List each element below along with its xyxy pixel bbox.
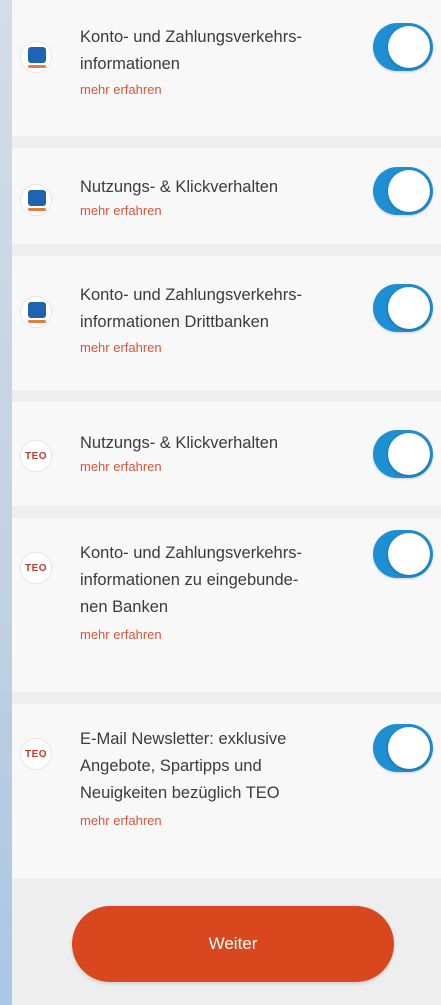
consent-toggle[interactable] <box>373 530 433 578</box>
bank-logo-icon <box>20 41 52 73</box>
consent-title: Konto- und Zahlungsverkehrs- information… <box>80 286 302 331</box>
consent-title: Nutzungs- & Klickverhalten <box>80 434 279 452</box>
consent-text: Nutzungs- & Klickverhalten mehr erfahren <box>80 430 370 477</box>
consent-item: Konto- und Zahlungsverkehrs- information… <box>12 0 441 136</box>
consent-item: Nutzungs- & Klickverhalten mehr erfahren <box>12 148 441 244</box>
mehr-erfahren-link[interactable]: mehr erfahren <box>80 625 370 645</box>
consent-toggle[interactable] <box>373 167 433 215</box>
toggle-knob <box>388 727 430 769</box>
consent-text: E-Mail Newsletter: exklusive Angebote, S… <box>80 726 370 831</box>
consent-item: TEO Konto- und Zahlungsverkehrs- informa… <box>12 518 441 692</box>
consent-screen: Konto- und Zahlungsverkehrs- information… <box>12 0 441 1005</box>
mehr-erfahren-link[interactable]: mehr erfahren <box>80 80 370 100</box>
bank-logo-icon <box>20 184 52 216</box>
weiter-button[interactable]: Weiter <box>72 906 394 982</box>
consent-item: TEO Nutzungs- & Klickverhalten mehr erfa… <box>12 402 441 506</box>
consent-toggle[interactable] <box>373 284 433 332</box>
consent-text: Konto- und Zahlungsverkehrs- information… <box>80 282 370 358</box>
mehr-erfahren-link[interactable]: mehr erfahren <box>80 457 370 477</box>
toggle-knob <box>388 287 430 329</box>
consent-title: E-Mail Newsletter: exklusive Angebote, S… <box>80 730 287 802</box>
consent-toggle[interactable] <box>373 430 433 478</box>
consent-item: Konto- und Zahlungsverkehrs- information… <box>12 256 441 390</box>
consent-text: Konto- und Zahlungsverkehrs- information… <box>80 24 370 100</box>
consent-toggle[interactable] <box>373 724 433 772</box>
left-background-strip <box>0 0 12 1005</box>
consent-toggle[interactable] <box>373 23 433 71</box>
teo-logo-icon: TEO <box>20 440 52 472</box>
toggle-knob <box>388 26 430 68</box>
toggle-knob <box>388 533 430 575</box>
toggle-knob <box>388 170 430 212</box>
mehr-erfahren-link[interactable]: mehr erfahren <box>80 201 370 221</box>
toggle-knob <box>388 433 430 475</box>
mehr-erfahren-link[interactable]: mehr erfahren <box>80 338 370 358</box>
consent-title: Konto- und Zahlungsverkehrs- information… <box>80 544 302 616</box>
consent-item: TEO E-Mail Newsletter: exklusive Angebot… <box>12 704 441 878</box>
consent-text: Konto- und Zahlungsverkehrs- information… <box>80 540 370 645</box>
teo-logo-icon: TEO <box>20 738 52 770</box>
consent-text: Nutzungs- & Klickverhalten mehr erfahren <box>80 174 370 221</box>
mehr-erfahren-link[interactable]: mehr erfahren <box>80 811 370 831</box>
consent-title: Nutzungs- & Klickverhalten <box>80 178 279 196</box>
teo-logo-icon: TEO <box>20 552 52 584</box>
consent-title: Konto- und Zahlungsverkehrs- information… <box>80 28 302 73</box>
bank-logo-icon <box>20 296 52 328</box>
